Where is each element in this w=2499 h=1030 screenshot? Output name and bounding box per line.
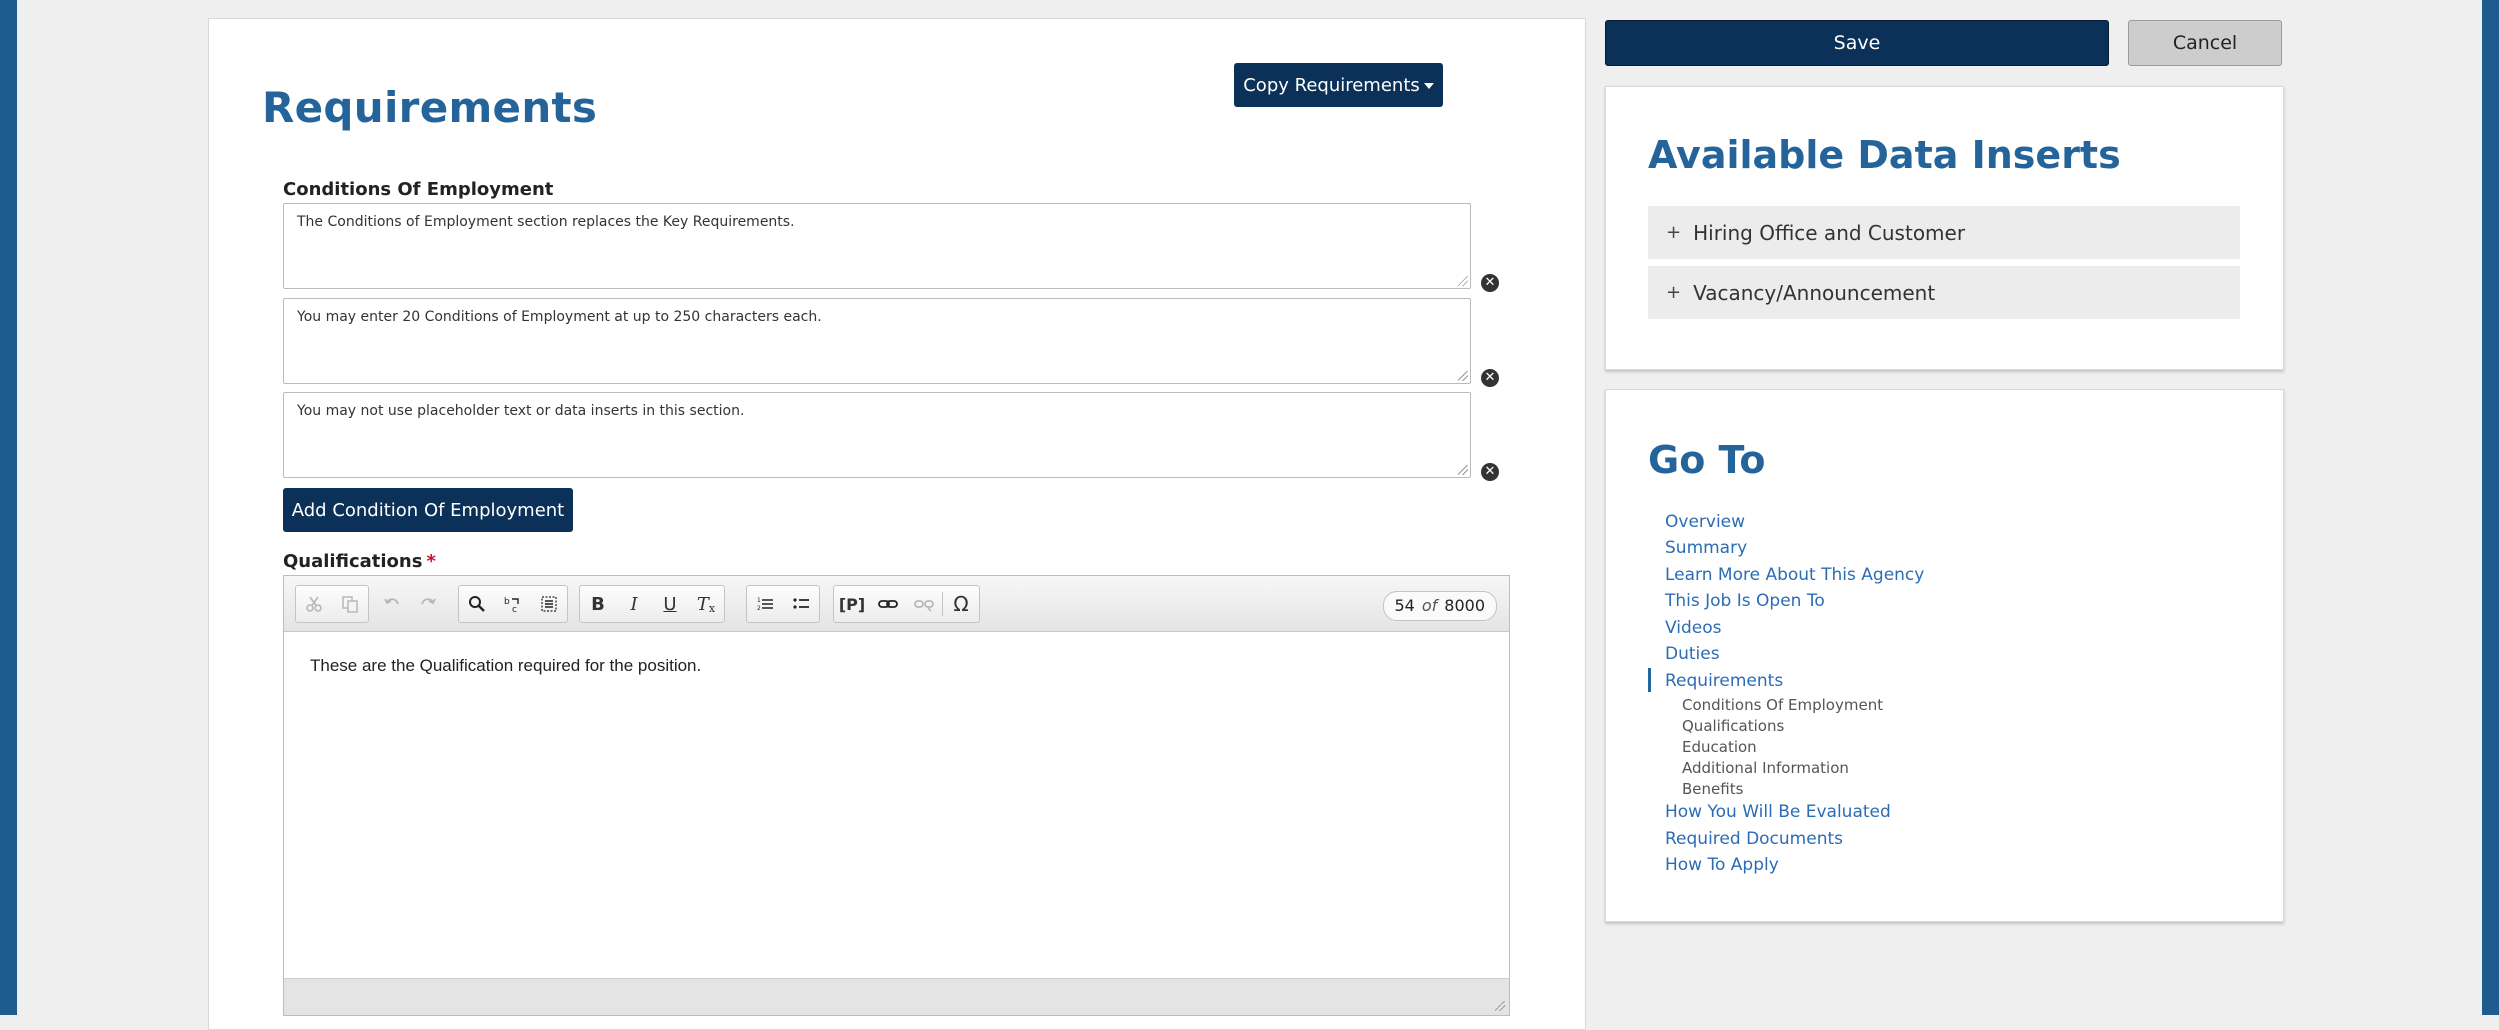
resize-grip-icon[interactable] [1495, 1001, 1505, 1011]
goto-link-requirements[interactable]: Requirements [1665, 671, 1783, 691]
svg-text:1: 1 [757, 597, 761, 604]
condition-textarea-1[interactable]: The Conditions of Employment section rep… [283, 203, 1471, 289]
editor-footer [284, 978, 1509, 1015]
toolbar-group-find: bc [458, 585, 568, 623]
expand-plus-icon: + [1666, 282, 1682, 303]
cancel-button[interactable]: Cancel [2128, 20, 2282, 66]
goto-sub-additional-info[interactable]: Additional Information [1682, 759, 1849, 777]
undo-icon[interactable] [374, 585, 410, 621]
svg-text:2: 2 [757, 605, 761, 612]
insert-vacancy[interactable]: + Vacancy/Announcement [1648, 266, 2240, 319]
goto-panel: Go To Overview Summary Learn More About … [1605, 389, 2284, 922]
copy-requirements-label: Copy Requirements [1243, 74, 1420, 96]
qualifications-text: These are the Qualification required for… [310, 656, 702, 675]
condition-textarea-2[interactable]: You may enter 20 Conditions of Employmen… [283, 298, 1471, 384]
goto-sub-qualifications[interactable]: Qualifications [1682, 717, 1784, 735]
copy-requirements-button[interactable]: Copy Requirements [1234, 63, 1443, 107]
qualifications-editor: bc B I U Tx 12 [P] Ω 54 of 8000 These ar… [283, 575, 1510, 1016]
char-counter: 54 of 8000 [1382, 591, 1497, 621]
goto-link-required-docs[interactable]: Required Documents [1665, 829, 1843, 849]
condition-text-3: You may not use placeholder text or data… [297, 403, 745, 419]
goto-title: Go To [1648, 438, 1766, 482]
cut-icon[interactable] [296, 586, 332, 622]
char-count-current: 54 [1394, 596, 1415, 615]
qualifications-editor-body[interactable]: These are the Qualification required for… [284, 632, 1509, 979]
link-icon[interactable] [870, 586, 906, 622]
window-edge-left [0, 0, 17, 1015]
qualifications-label: Qualifications * [283, 551, 436, 572]
condition-textarea-3[interactable]: You may not use placeholder text or data… [283, 392, 1471, 478]
goto-link-summary[interactable]: Summary [1665, 538, 1747, 558]
bold-icon[interactable]: B [580, 586, 616, 622]
goto-link-videos[interactable]: Videos [1665, 618, 1722, 638]
goto-link-evaluated[interactable]: How You Will Be Evaluated [1665, 802, 1891, 822]
toolbar-group-insert: [P] Ω [833, 585, 980, 623]
char-count-max: 8000 [1444, 596, 1485, 615]
toolbar-group-clipboard [295, 585, 369, 623]
data-inserts-panel: Available Data Inserts + Hiring Office a… [1605, 86, 2284, 370]
copy-icon[interactable] [332, 586, 368, 622]
select-all-icon[interactable] [531, 586, 567, 622]
goto-link-agency[interactable]: Learn More About This Agency [1665, 565, 1924, 585]
qualifications-label-text: Qualifications [283, 551, 423, 572]
data-inserts-title: Available Data Inserts [1648, 133, 2121, 177]
expand-plus-icon: + [1666, 222, 1682, 243]
char-count-of: of [1421, 596, 1438, 615]
remove-condition-3-icon[interactable]: ✕ [1481, 463, 1499, 481]
remove-format-icon[interactable]: Tx [688, 586, 724, 622]
insert-label: Hiring Office and Customer [1693, 220, 1966, 245]
required-marker: * [426, 551, 436, 572]
redo-icon[interactable] [410, 585, 446, 621]
caret-down-icon [1423, 83, 1434, 89]
save-button[interactable]: Save [1605, 20, 2109, 66]
placeholder-icon[interactable]: [P] [834, 586, 870, 622]
unlink-icon[interactable] [906, 586, 942, 622]
italic-icon[interactable]: I [616, 586, 652, 622]
resize-grip-icon[interactable] [1458, 371, 1468, 381]
remove-condition-1-icon[interactable]: ✕ [1481, 274, 1499, 292]
find-icon[interactable] [459, 586, 495, 622]
page-title: Requirements [262, 83, 598, 132]
resize-grip-icon[interactable] [1458, 465, 1468, 475]
svg-text:c: c [512, 605, 517, 613]
remove-condition-2-icon[interactable]: ✕ [1481, 369, 1499, 387]
toolbar-group-format: B I U Tx [579, 585, 725, 623]
goto-sub-conditions[interactable]: Conditions Of Employment [1682, 696, 1883, 714]
bulleted-list-icon[interactable] [783, 586, 819, 622]
goto-link-how-to-apply[interactable]: How To Apply [1665, 855, 1779, 875]
numbered-list-icon[interactable]: 12 [747, 586, 783, 622]
goto-sub-benefits[interactable]: Benefits [1682, 780, 1743, 798]
insert-label: Vacancy/Announcement [1693, 280, 1936, 305]
svg-text:b: b [504, 597, 510, 607]
condition-text-1: The Conditions of Employment section rep… [297, 214, 795, 230]
goto-link-overview[interactable]: Overview [1665, 512, 1745, 532]
editor-toolbar: bc B I U Tx 12 [P] Ω 54 of 8000 [284, 576, 1509, 632]
toolbar-group-history [374, 585, 446, 621]
toolbar-group-lists: 12 [746, 585, 820, 623]
resize-grip-icon[interactable] [1458, 276, 1468, 286]
window-edge-right [2482, 0, 2499, 1015]
condition-text-2: You may enter 20 Conditions of Employmen… [297, 309, 822, 325]
special-char-icon[interactable]: Ω [943, 586, 979, 622]
insert-hiring-office[interactable]: + Hiring Office and Customer [1648, 206, 2240, 259]
replace-icon[interactable]: bc [495, 586, 531, 622]
requirements-panel: Requirements Copy Requirements Condition… [208, 18, 1586, 1030]
conditions-label: Conditions Of Employment [283, 179, 554, 200]
goto-sub-education[interactable]: Education [1682, 738, 1757, 756]
active-indicator [1648, 668, 1651, 692]
underline-icon[interactable]: U [652, 586, 688, 622]
goto-link-open-to[interactable]: This Job Is Open To [1665, 591, 1825, 611]
add-condition-button[interactable]: Add Condition Of Employment [283, 488, 573, 532]
goto-link-duties[interactable]: Duties [1665, 644, 1720, 664]
